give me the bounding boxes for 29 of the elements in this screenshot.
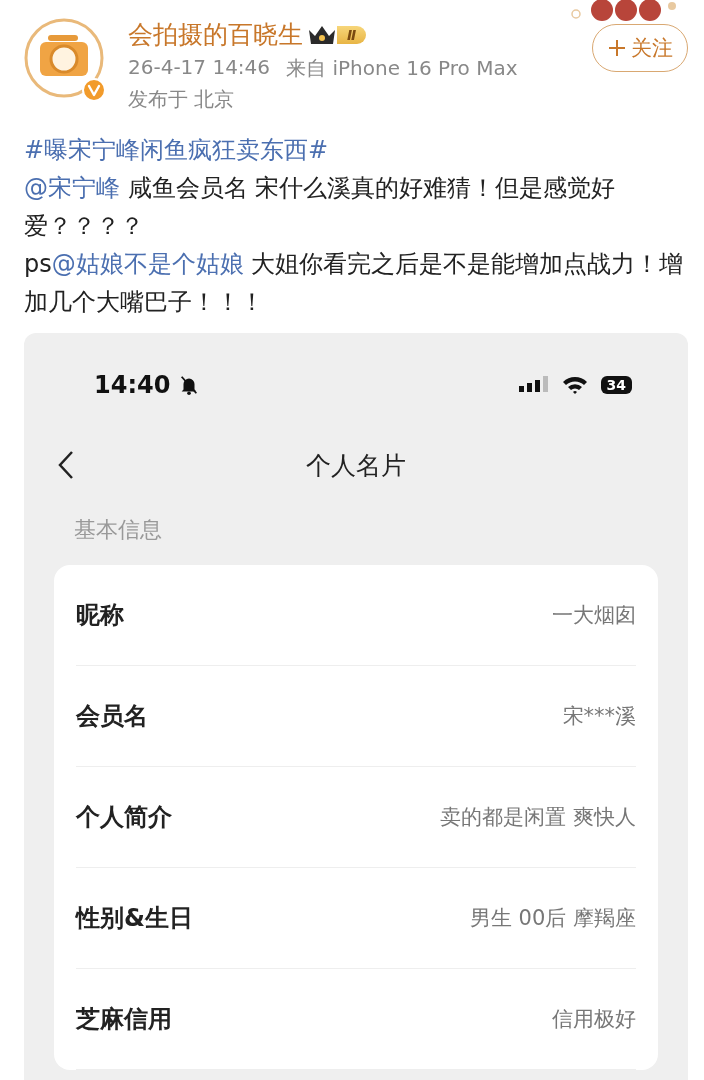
author-name[interactable]: 会拍摄的百晓生 <box>128 18 303 51</box>
field-label: 个人简介 <box>76 802 172 833</box>
post-text: ps@姑娘不是个姑娘 大姐你看完之后是不是能增加点战力！增加几个大嘴巴子！！！ <box>24 249 685 318</box>
level-badge: Ⅱ <box>337 25 367 44</box>
field-value: 信用极好 <box>552 1006 636 1033</box>
follow-button[interactable]: 关注 <box>592 24 688 72</box>
page-title: 个人名片 <box>306 449 406 482</box>
plus-icon <box>607 38 627 58</box>
battery-indicator: 34 <box>600 376 632 394</box>
field-label: 会员名 <box>76 701 148 732</box>
avatar-icon[interactable] <box>24 18 104 98</box>
back-icon[interactable] <box>56 449 76 481</box>
section-label: 基本信息 <box>74 516 163 544</box>
mention-link[interactable]: @姑娘不是个姑娘 <box>51 250 244 278</box>
hashtag-link[interactable]: #曝宋宁峰闲鱼疯狂卖东西# <box>24 136 329 164</box>
post-text: @宋宁峰 咸鱼会员名 宋什么溪真的好难猜！但是感觉好爱？？？？ <box>24 173 617 242</box>
signal-icon <box>518 375 549 395</box>
field-value: 宋***溪 <box>562 703 636 730</box>
status-time: 14:40 <box>94 371 171 399</box>
post-location: 发布于 北京 <box>128 86 235 113</box>
field-label: 昵称 <box>76 600 124 631</box>
mention-link[interactable]: @宋宁峰 <box>24 174 120 202</box>
field-value: 卖的都是闲置 爽快人 <box>440 804 636 831</box>
post-time: 26-4-17 14:46 <box>128 55 271 81</box>
field-value: 男生 00后 摩羯座 <box>469 905 636 932</box>
field-value: 一大烟囱 <box>552 602 636 629</box>
post-source: 来自 iPhone 16 Pro Max <box>286 55 518 82</box>
field-label: 性别&生日 <box>76 903 193 934</box>
field-label: 芝麻信用 <box>76 1004 172 1035</box>
